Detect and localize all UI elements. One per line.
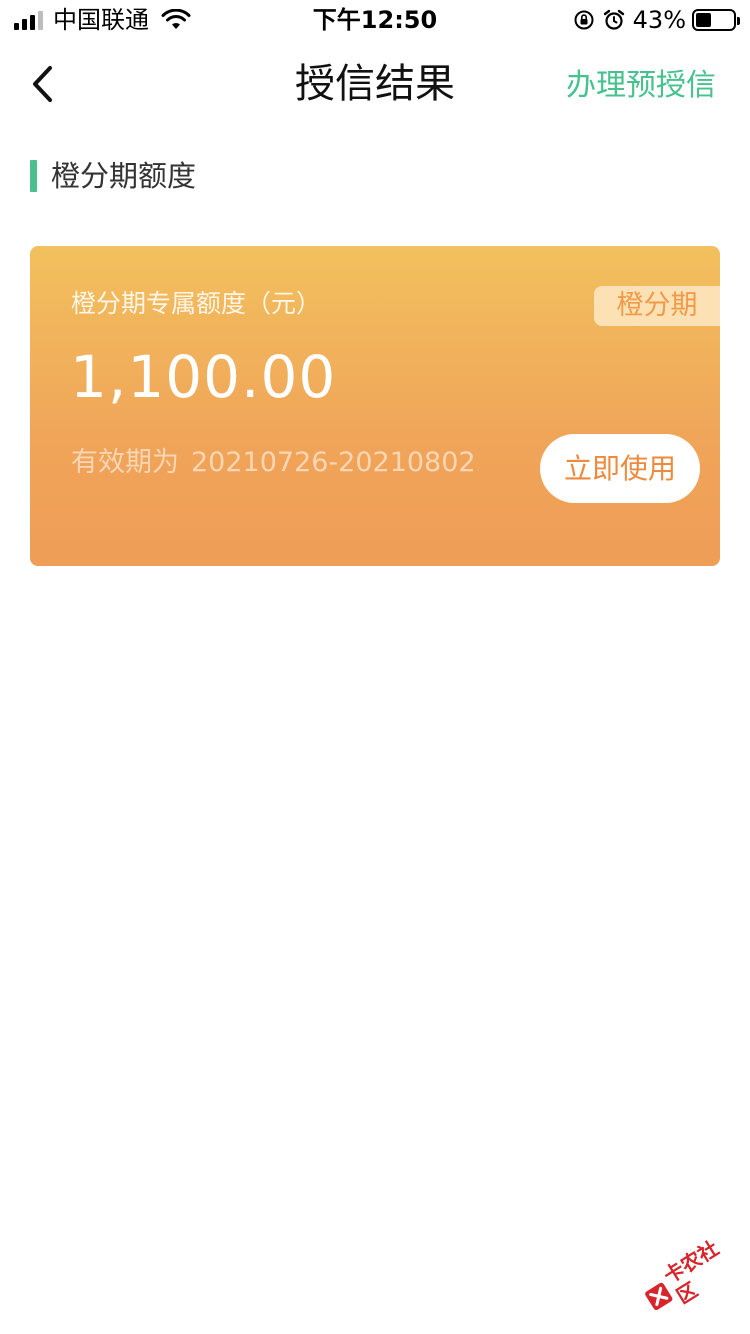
watermark: 卡农社区 [630, 1217, 750, 1333]
credit-limit-card: 橙分期专属额度（元） 橙分期 1,100.00 有效期为 20210726-202… [30, 246, 720, 566]
section-accent-bar [30, 160, 37, 192]
use-now-button[interactable]: 立即使用 [540, 434, 700, 503]
battery-icon [692, 9, 740, 31]
credit-limit-amount: 1,100.00 [70, 343, 337, 411]
alarm-icon [603, 9, 624, 30]
section-title: 橙分期额度 [51, 159, 197, 193]
validity-label: 有效期为 [71, 447, 179, 478]
pre-credit-button[interactable]: 办理预授信 [566, 68, 716, 104]
nav-bar: 授信结果 办理预授信 [0, 40, 750, 128]
validity-period: 有效期为 20210726-20210802 [71, 446, 476, 480]
product-tag: 橙分期 [594, 286, 720, 326]
status-bar: 中国联通 下午12:50 43% [0, 0, 750, 40]
rotation-lock-icon [574, 10, 594, 30]
validity-range: 20210726-20210802 [191, 447, 476, 478]
screen: 中国联通 下午12:50 43% 授信结果 办理预授信 橙分期额度 橙分期专属额… [0, 0, 750, 1334]
status-right: 43% [565, 6, 740, 34]
section-header: 橙分期额度 [30, 158, 196, 194]
battery-level [696, 13, 712, 27]
battery-percent: 43% [632, 6, 686, 34]
credit-limit-label: 橙分期专属额度（元） [71, 289, 322, 318]
